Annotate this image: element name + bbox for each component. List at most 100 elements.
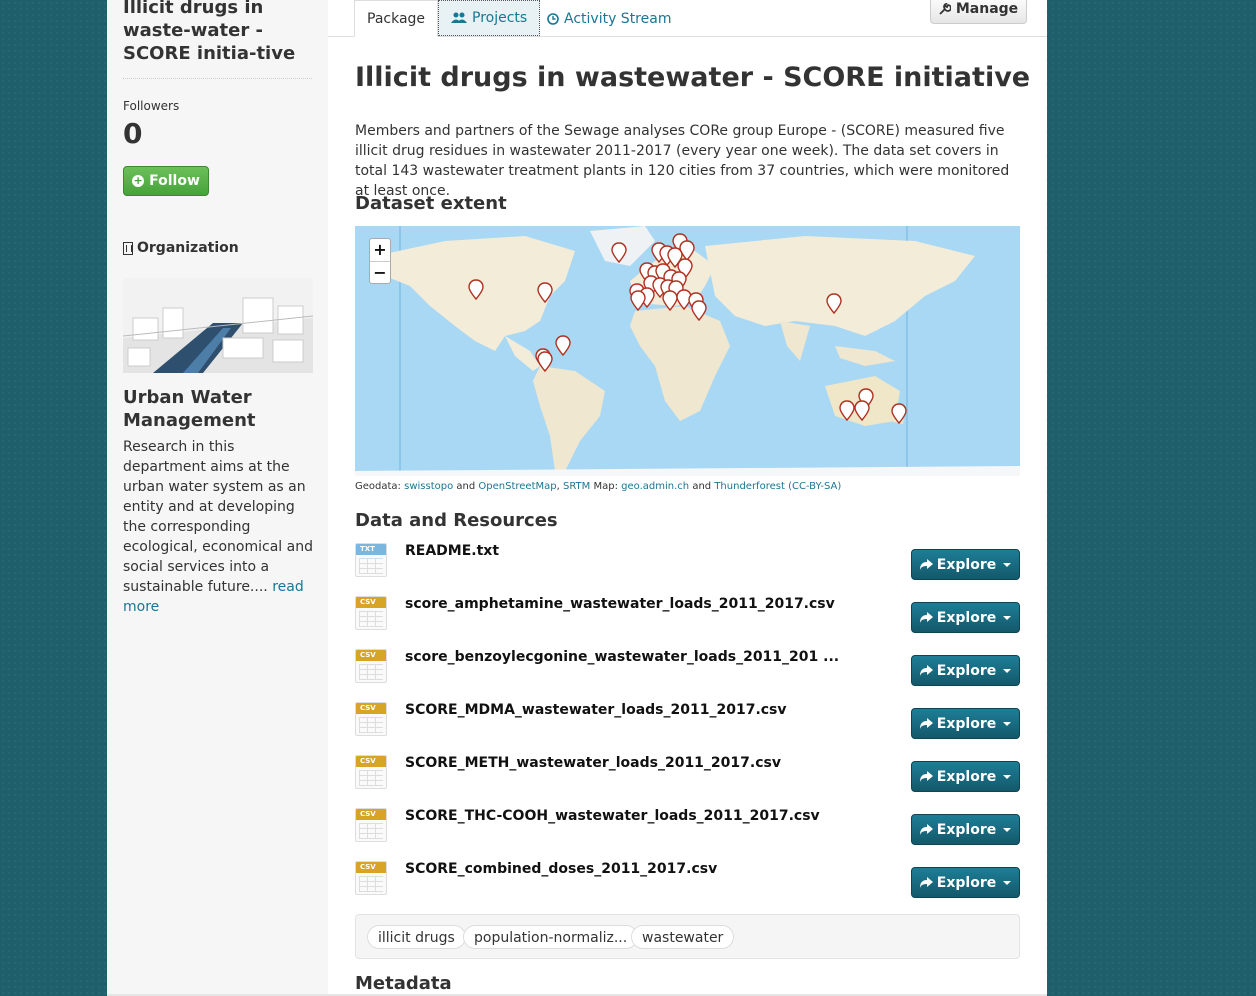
tag-wastewater[interactable]: wastewater [631, 925, 735, 949]
caret-down-icon [1003, 562, 1012, 567]
page: Illicit drugs in waste-water - SCORE ini… [107, 0, 1047, 996]
share-icon [919, 718, 933, 729]
page-tabs: Package Projects Activity Stream Manage [328, 0, 1047, 37]
caret-down-icon [1003, 668, 1012, 673]
resource-item[interactable]: CSV SCORE_THC-COOH_wastewater_loads_2011… [355, 806, 1020, 846]
share-icon [919, 559, 933, 570]
organization-description-text: Research in this department aims at the … [123, 439, 313, 595]
resource-item[interactable]: CSV SCORE_METH_wastewater_loads_2011_201… [355, 753, 1020, 793]
tag-list: illicit drugs population-normaliz... was… [355, 914, 1020, 959]
building-icon [123, 241, 133, 255]
tag-illicit-drugs[interactable]: illicit drugs [367, 925, 466, 949]
attribution-comma: , [556, 481, 560, 492]
geodata-prefix: Geodata: [355, 481, 401, 492]
explore-button[interactable]: Explore [911, 708, 1020, 739]
zoom-out-button[interactable]: − [370, 261, 390, 283]
share-icon [919, 824, 933, 835]
explore-button[interactable]: Explore [911, 867, 1020, 898]
resource-name[interactable]: score_benzoylecgonine_wastewater_loads_2… [405, 649, 839, 665]
manage-button-label: Manage [955, 1, 1019, 17]
csv-file-icon: CSV [355, 861, 387, 895]
explore-label: Explore [936, 874, 997, 891]
dataset-extent-map[interactable]: + − [355, 226, 1020, 476]
clock-icon [547, 12, 559, 25]
resource-name[interactable]: SCORE_THC-COOH_wastewater_loads_2011_201… [405, 808, 820, 824]
tab-projects[interactable]: Projects [438, 0, 541, 36]
sidebar-divider [123, 78, 312, 79]
caret-down-icon [1003, 827, 1012, 832]
csv-file-icon: CSV [355, 649, 387, 683]
organization-name[interactable]: Urban Water Management [123, 386, 313, 432]
explore-button[interactable]: Explore [911, 655, 1020, 686]
tab-activity-label: Activity Stream [564, 10, 672, 27]
zoom-in-button[interactable]: + [370, 239, 390, 261]
follow-button-label: Follow [149, 173, 200, 189]
thunderforest-link[interactable]: Thunderforest [714, 481, 785, 492]
explore-label: Explore [936, 609, 997, 626]
followers-count: 0 [123, 117, 143, 150]
attribution-and-1: and [456, 481, 476, 492]
resource-name[interactable]: SCORE_METH_wastewater_loads_2011_2017.cs… [405, 755, 781, 771]
manage-button[interactable]: Manage [930, 0, 1027, 24]
license-link[interactable]: (CC-BY-SA) [788, 481, 841, 492]
share-icon [919, 877, 933, 888]
dataset-extent-heading: Dataset extent [355, 193, 507, 214]
organization-heading: Organization [123, 240, 239, 256]
users-icon [451, 12, 467, 23]
follow-button[interactable]: + Follow [123, 166, 209, 196]
explore-label: Explore [936, 768, 997, 785]
resource-name[interactable]: score_amphetamine_wastewater_loads_2011_… [405, 596, 835, 612]
explore-label: Explore [936, 662, 997, 679]
explore-label: Explore [936, 556, 997, 573]
organization-description: Research in this department aims at the … [123, 437, 315, 617]
explore-label: Explore [936, 715, 997, 732]
csv-file-icon: CSV [355, 755, 387, 789]
txt-file-icon: TXT [355, 543, 387, 577]
dataset-description: Members and partners of the Sewage analy… [355, 123, 1010, 199]
resource-item[interactable]: CSV SCORE_combined_doses_2011_2017.csv E… [355, 859, 1020, 899]
resource-item[interactable]: CSV SCORE_MDMA_wastewater_loads_2011_201… [355, 700, 1020, 740]
caret-down-icon [1003, 774, 1012, 779]
map-attribution: Geodata: swisstopo and OpenStreetMap, SR… [355, 481, 841, 492]
explore-button[interactable]: Explore [911, 549, 1020, 580]
openstreetmap-link[interactable]: OpenStreetMap [478, 481, 556, 492]
attribution-and-2: and [692, 481, 712, 492]
caret-down-icon [1003, 615, 1012, 620]
resource-item[interactable]: CSV score_benzoylecgonine_wastewater_loa… [355, 647, 1020, 687]
caret-down-icon [1003, 880, 1012, 885]
resource-name[interactable]: README.txt [405, 543, 499, 559]
organization-image[interactable] [123, 278, 313, 373]
share-icon [919, 612, 933, 623]
explore-button[interactable]: Explore [911, 814, 1020, 845]
tab-projects-label: Projects [472, 10, 528, 26]
csv-file-icon: CSV [355, 596, 387, 630]
organization-illustration [123, 278, 313, 373]
wrench-icon [939, 3, 951, 15]
resource-item[interactable]: CSV score_amphetamine_wastewater_loads_2… [355, 594, 1020, 634]
explore-label: Explore [936, 821, 997, 838]
dataset-title: Illicit drugs in wastewater - SCORE init… [355, 62, 1031, 93]
caret-down-icon [1003, 721, 1012, 726]
tag-population-normalized[interactable]: population-normaliz... [463, 925, 639, 949]
resources-heading: Data and Resources [355, 510, 558, 531]
main-content: Package Projects Activity Stream Manage … [328, 0, 1047, 996]
sidebar: Illicit drugs in waste-water - SCORE ini… [107, 0, 328, 996]
resource-name[interactable]: SCORE_combined_doses_2011_2017.csv [405, 861, 717, 877]
followers-label: Followers [123, 99, 180, 113]
resource-item[interactable]: TXT README.txt Explore [355, 541, 1020, 581]
resource-name[interactable]: SCORE_MDMA_wastewater_loads_2011_2017.cs… [405, 702, 787, 718]
tab-activity-stream[interactable]: Activity Stream [535, 0, 683, 37]
explore-button[interactable]: Explore [911, 761, 1020, 792]
tab-package[interactable]: Package [354, 0, 439, 37]
map-zoom-control: + − [369, 238, 391, 284]
srtm-link[interactable]: SRTM [563, 481, 590, 492]
world-map [355, 226, 1020, 476]
swisstopo-link[interactable]: swisstopo [404, 481, 453, 492]
geo-admin-link[interactable]: geo.admin.ch [621, 481, 689, 492]
csv-file-icon: CSV [355, 702, 387, 736]
csv-file-icon: CSV [355, 808, 387, 842]
share-icon [919, 665, 933, 676]
explore-button[interactable]: Explore [911, 602, 1020, 633]
organization-heading-label: Organization [137, 240, 239, 256]
map-prefix: Map: [593, 481, 618, 492]
